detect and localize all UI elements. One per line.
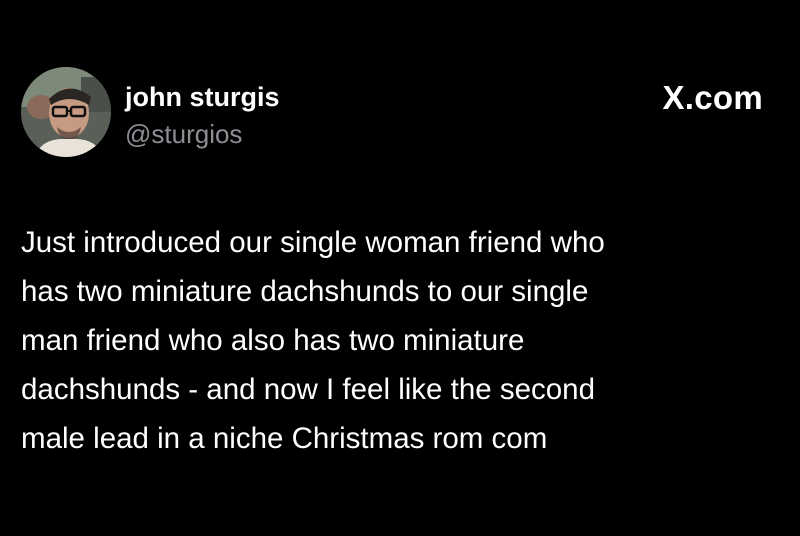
tweet-text-line: man friend who also has two miniature (21, 324, 525, 357)
site-label: X.com (662, 79, 763, 116)
tweet-header: john sturgis @sturgios X.com (21, 67, 781, 167)
tweet-card: john sturgis @sturgios X.com Just introd… (0, 0, 800, 536)
tweet-text-line: Just introduced our single woman friend … (21, 226, 605, 259)
tweet-text-line: male lead in a niche Christmas rom com (21, 422, 548, 455)
tweet-text: Just introduced our single woman friend … (21, 218, 781, 463)
author-name[interactable]: john sturgis (125, 82, 280, 113)
avatar[interactable] (21, 67, 111, 157)
avatar-photo-icon (21, 67, 111, 157)
author-handle[interactable]: @sturgios (125, 119, 242, 150)
tweet-text-line: dachshunds - and now I feel like the sec… (21, 373, 595, 406)
tweet-text-line: has two miniature dachshunds to our sing… (21, 275, 589, 308)
